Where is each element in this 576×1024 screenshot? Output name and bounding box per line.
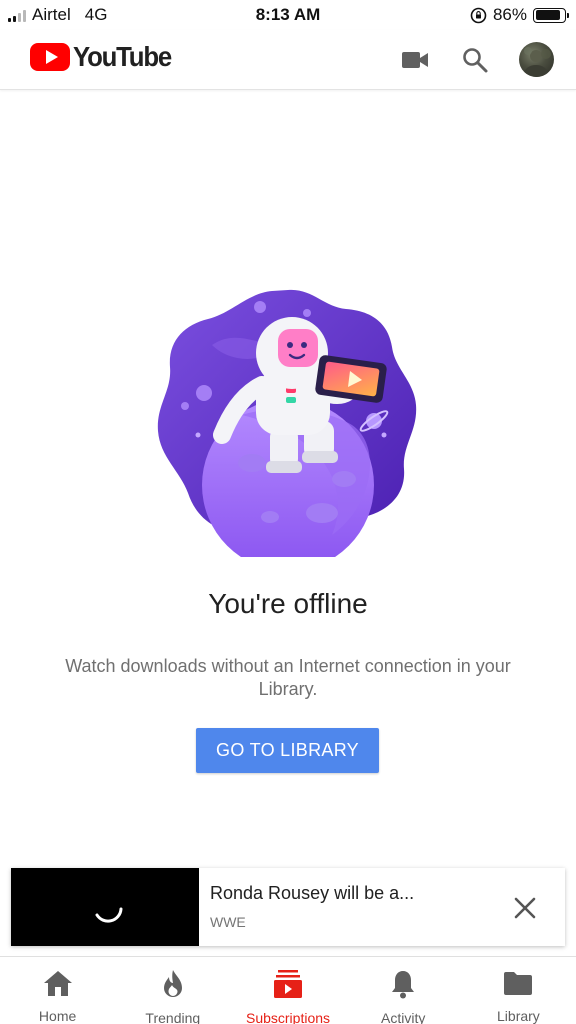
battery-percent: 86%	[492, 5, 527, 24]
youtube-logo[interactable]: YouTube	[30, 41, 180, 73]
close-icon[interactable]	[509, 892, 541, 924]
status-bar: Airtel 4G 8:13 AM 86%	[0, 0, 576, 30]
top-app-bar: YouTube	[0, 30, 576, 90]
search-icon[interactable]	[457, 42, 493, 78]
nav-trending-label: Trending	[145, 1010, 201, 1024]
flame-icon	[156, 969, 190, 999]
nav-library-label: Library	[497, 1008, 540, 1024]
account-avatar[interactable]	[519, 42, 554, 77]
status-right: 86%	[470, 5, 569, 25]
video-camera-icon[interactable]	[397, 42, 433, 78]
battery-icon	[533, 7, 569, 23]
mini-player[interactable]: Ronda Rousey will be a... WWE	[11, 868, 565, 946]
nav-trending[interactable]: Trending	[115, 957, 230, 1024]
home-icon	[41, 969, 75, 997]
nav-home[interactable]: Home	[0, 957, 115, 1024]
mini-player-video[interactable]	[11, 868, 199, 946]
mini-player-title[interactable]: Ronda Rousey will be a...	[210, 883, 414, 904]
nav-activity[interactable]: Activity	[346, 957, 461, 1024]
nav-library[interactable]: Library	[461, 957, 576, 1024]
orientation-lock-icon	[470, 7, 487, 23]
nav-subscriptions[interactable]: Subscriptions	[230, 957, 345, 1024]
folder-icon	[501, 969, 535, 997]
offline-astronaut-illustration	[157, 289, 417, 557]
nav-subscriptions-label: Subscriptions	[245, 1010, 331, 1024]
bottom-navigation: Home Trending Subscriptions Activity Lib…	[0, 956, 576, 1024]
nav-activity-label: Activity	[381, 1010, 426, 1024]
subscriptions-icon	[271, 969, 305, 999]
mini-player-channel: WWE	[210, 914, 246, 930]
nav-home-label: Home	[38, 1008, 77, 1024]
bell-icon	[386, 969, 420, 999]
offline-title: You're offline	[208, 588, 368, 619]
offline-message: Watch downloads without an Internet conn…	[65, 656, 511, 699]
play-logo-icon	[30, 43, 70, 71]
logo-text: YouTube	[73, 41, 172, 72]
loading-spinner-icon	[95, 907, 123, 923]
go-to-library-button[interactable]: GO TO LIBRARY	[196, 728, 379, 773]
